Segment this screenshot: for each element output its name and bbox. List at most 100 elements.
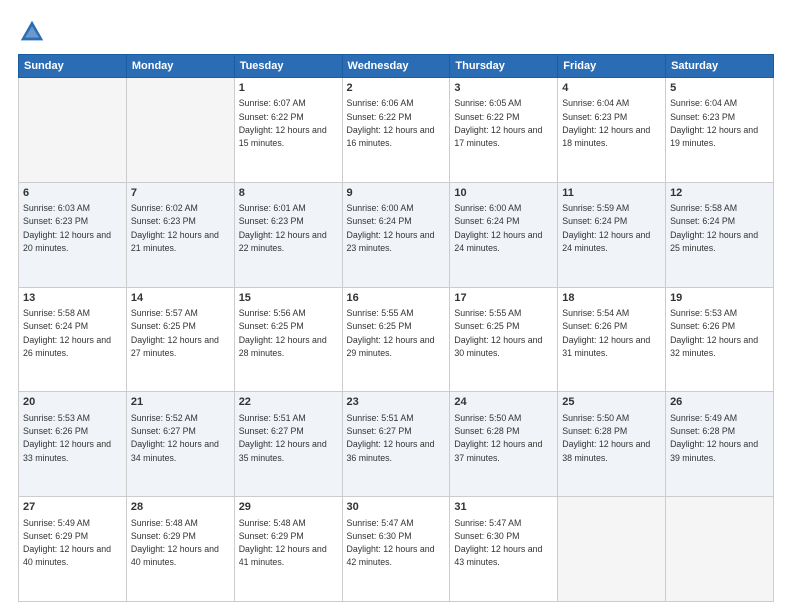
day-number: 31 <box>454 500 553 515</box>
calendar-day-cell: 11 Sunrise: 5:59 AM Sunset: 6:24 PM Dayli… <box>558 182 666 287</box>
calendar-day-cell: 29 Sunrise: 5:48 AM Sunset: 6:29 PM Dayli… <box>234 497 342 602</box>
calendar-day-cell: 26 Sunrise: 5:49 AM Sunset: 6:28 PM Dayli… <box>666 392 774 497</box>
day-info: Sunrise: 5:53 AM Sunset: 6:26 PM Dayligh… <box>670 308 758 358</box>
day-number: 11 <box>562 186 661 201</box>
day-info: Sunrise: 6:05 AM Sunset: 6:22 PM Dayligh… <box>454 98 542 148</box>
day-info: Sunrise: 6:00 AM Sunset: 6:24 PM Dayligh… <box>347 203 435 253</box>
logo-icon <box>18 18 46 46</box>
weekday-header-wednesday: Wednesday <box>342 55 450 78</box>
day-info: Sunrise: 5:51 AM Sunset: 6:27 PM Dayligh… <box>347 413 435 463</box>
calendar-day-cell: 15 Sunrise: 5:56 AM Sunset: 6:25 PM Dayli… <box>234 287 342 392</box>
weekday-header-sunday: Sunday <box>19 55 127 78</box>
day-number: 13 <box>23 291 122 306</box>
day-info: Sunrise: 5:55 AM Sunset: 6:25 PM Dayligh… <box>454 308 542 358</box>
calendar-day-cell: 4 Sunrise: 6:04 AM Sunset: 6:23 PM Daylig… <box>558 78 666 183</box>
calendar-day-cell <box>666 497 774 602</box>
day-number: 26 <box>670 395 769 410</box>
calendar-day-cell: 17 Sunrise: 5:55 AM Sunset: 6:25 PM Dayli… <box>450 287 558 392</box>
calendar-week-row: 13 Sunrise: 5:58 AM Sunset: 6:24 PM Dayli… <box>19 287 774 392</box>
day-info: Sunrise: 5:48 AM Sunset: 6:29 PM Dayligh… <box>239 518 327 568</box>
day-info: Sunrise: 5:47 AM Sunset: 6:30 PM Dayligh… <box>454 518 542 568</box>
day-number: 2 <box>347 81 446 96</box>
day-info: Sunrise: 5:59 AM Sunset: 6:24 PM Dayligh… <box>562 203 650 253</box>
calendar-day-cell: 30 Sunrise: 5:47 AM Sunset: 6:30 PM Dayli… <box>342 497 450 602</box>
day-number: 19 <box>670 291 769 306</box>
day-info: Sunrise: 5:57 AM Sunset: 6:25 PM Dayligh… <box>131 308 219 358</box>
day-number: 15 <box>239 291 338 306</box>
calendar-week-row: 1Sunrise: 6:07 AM Sunset: 6:22 PM Daylig… <box>19 78 774 183</box>
weekday-header-thursday: Thursday <box>450 55 558 78</box>
calendar-day-cell: 18 Sunrise: 5:54 AM Sunset: 6:26 PM Dayli… <box>558 287 666 392</box>
calendar-day-cell: 31 Sunrise: 5:47 AM Sunset: 6:30 PM Dayli… <box>450 497 558 602</box>
day-info: Sunrise: 6:00 AM Sunset: 6:24 PM Dayligh… <box>454 203 542 253</box>
calendar-day-cell: 19 Sunrise: 5:53 AM Sunset: 6:26 PM Dayli… <box>666 287 774 392</box>
day-info: Sunrise: 5:54 AM Sunset: 6:26 PM Dayligh… <box>562 308 650 358</box>
day-number: 20 <box>23 395 122 410</box>
day-info: Sunrise: 5:48 AM Sunset: 6:29 PM Dayligh… <box>131 518 219 568</box>
calendar-day-cell <box>19 78 127 183</box>
calendar-day-cell: 21 Sunrise: 5:52 AM Sunset: 6:27 PM Dayli… <box>126 392 234 497</box>
calendar-day-cell: 25 Sunrise: 5:50 AM Sunset: 6:28 PM Dayli… <box>558 392 666 497</box>
day-number: 18 <box>562 291 661 306</box>
calendar-day-cell: 3Sunrise: 6:05 AM Sunset: 6:22 PM Daylig… <box>450 78 558 183</box>
day-info: Sunrise: 6:01 AM Sunset: 6:23 PM Dayligh… <box>239 203 327 253</box>
day-number: 16 <box>347 291 446 306</box>
calendar-week-row: 27Sunrise: 5:49 AM Sunset: 6:29 PM Dayli… <box>19 497 774 602</box>
day-number: 29 <box>239 500 338 515</box>
day-info: Sunrise: 5:49 AM Sunset: 6:29 PM Dayligh… <box>23 518 111 568</box>
day-info: Sunrise: 6:06 AM Sunset: 6:22 PM Dayligh… <box>347 98 435 148</box>
day-number: 8 <box>239 186 338 201</box>
calendar-day-cell: 10 Sunrise: 6:00 AM Sunset: 6:24 PM Dayli… <box>450 182 558 287</box>
weekday-header-monday: Monday <box>126 55 234 78</box>
day-info: Sunrise: 5:56 AM Sunset: 6:25 PM Dayligh… <box>239 308 327 358</box>
day-info: Sunrise: 6:03 AM Sunset: 6:23 PM Dayligh… <box>23 203 111 253</box>
day-info: Sunrise: 5:47 AM Sunset: 6:30 PM Dayligh… <box>347 518 435 568</box>
calendar-day-cell: 16 Sunrise: 5:55 AM Sunset: 6:25 PM Dayli… <box>342 287 450 392</box>
header <box>18 18 774 46</box>
calendar-day-cell: 6 Sunrise: 6:03 AM Sunset: 6:23 PM Daylig… <box>19 182 127 287</box>
calendar-week-row: 6 Sunrise: 6:03 AM Sunset: 6:23 PM Daylig… <box>19 182 774 287</box>
calendar-day-cell: 20Sunrise: 5:53 AM Sunset: 6:26 PM Dayli… <box>19 392 127 497</box>
day-info: Sunrise: 6:04 AM Sunset: 6:23 PM Dayligh… <box>670 98 758 148</box>
day-info: Sunrise: 5:58 AM Sunset: 6:24 PM Dayligh… <box>670 203 758 253</box>
day-number: 5 <box>670 81 769 96</box>
calendar-day-cell: 12 Sunrise: 5:58 AM Sunset: 6:24 PM Dayli… <box>666 182 774 287</box>
day-number: 6 <box>23 186 122 201</box>
day-number: 30 <box>347 500 446 515</box>
calendar-day-cell: 5 Sunrise: 6:04 AM Sunset: 6:23 PM Daylig… <box>666 78 774 183</box>
calendar-day-cell: 23Sunrise: 5:51 AM Sunset: 6:27 PM Dayli… <box>342 392 450 497</box>
calendar-day-cell: 28 Sunrise: 5:48 AM Sunset: 6:29 PM Dayli… <box>126 497 234 602</box>
day-number: 4 <box>562 81 661 96</box>
day-number: 17 <box>454 291 553 306</box>
calendar-day-cell <box>558 497 666 602</box>
day-info: Sunrise: 6:04 AM Sunset: 6:23 PM Dayligh… <box>562 98 650 148</box>
calendar-day-cell <box>126 78 234 183</box>
day-number: 21 <box>131 395 230 410</box>
calendar-day-cell: 22 Sunrise: 5:51 AM Sunset: 6:27 PM Dayli… <box>234 392 342 497</box>
calendar-day-cell: 27Sunrise: 5:49 AM Sunset: 6:29 PM Dayli… <box>19 497 127 602</box>
calendar-day-cell: 2 Sunrise: 6:06 AM Sunset: 6:22 PM Daylig… <box>342 78 450 183</box>
day-info: Sunrise: 5:51 AM Sunset: 6:27 PM Dayligh… <box>239 413 327 463</box>
calendar-day-cell: 1Sunrise: 6:07 AM Sunset: 6:22 PM Daylig… <box>234 78 342 183</box>
weekday-header-friday: Friday <box>558 55 666 78</box>
calendar-header-row: SundayMondayTuesdayWednesdayThursdayFrid… <box>19 55 774 78</box>
day-info: Sunrise: 5:49 AM Sunset: 6:28 PM Dayligh… <box>670 413 758 463</box>
day-info: Sunrise: 5:50 AM Sunset: 6:28 PM Dayligh… <box>562 413 650 463</box>
weekday-header-tuesday: Tuesday <box>234 55 342 78</box>
day-info: Sunrise: 5:52 AM Sunset: 6:27 PM Dayligh… <box>131 413 219 463</box>
day-number: 12 <box>670 186 769 201</box>
day-number: 9 <box>347 186 446 201</box>
calendar-day-cell: 8 Sunrise: 6:01 AM Sunset: 6:23 PM Daylig… <box>234 182 342 287</box>
calendar-day-cell: 14Sunrise: 5:57 AM Sunset: 6:25 PM Dayli… <box>126 287 234 392</box>
day-info: Sunrise: 5:58 AM Sunset: 6:24 PM Dayligh… <box>23 308 111 358</box>
day-number: 10 <box>454 186 553 201</box>
calendar-day-cell: 7Sunrise: 6:02 AM Sunset: 6:23 PM Daylig… <box>126 182 234 287</box>
day-number: 22 <box>239 395 338 410</box>
weekday-header-saturday: Saturday <box>666 55 774 78</box>
calendar-day-cell: 24Sunrise: 5:50 AM Sunset: 6:28 PM Dayli… <box>450 392 558 497</box>
day-number: 28 <box>131 500 230 515</box>
logo <box>18 18 50 46</box>
day-number: 25 <box>562 395 661 410</box>
calendar-table: SundayMondayTuesdayWednesdayThursdayFrid… <box>18 54 774 602</box>
day-info: Sunrise: 5:55 AM Sunset: 6:25 PM Dayligh… <box>347 308 435 358</box>
